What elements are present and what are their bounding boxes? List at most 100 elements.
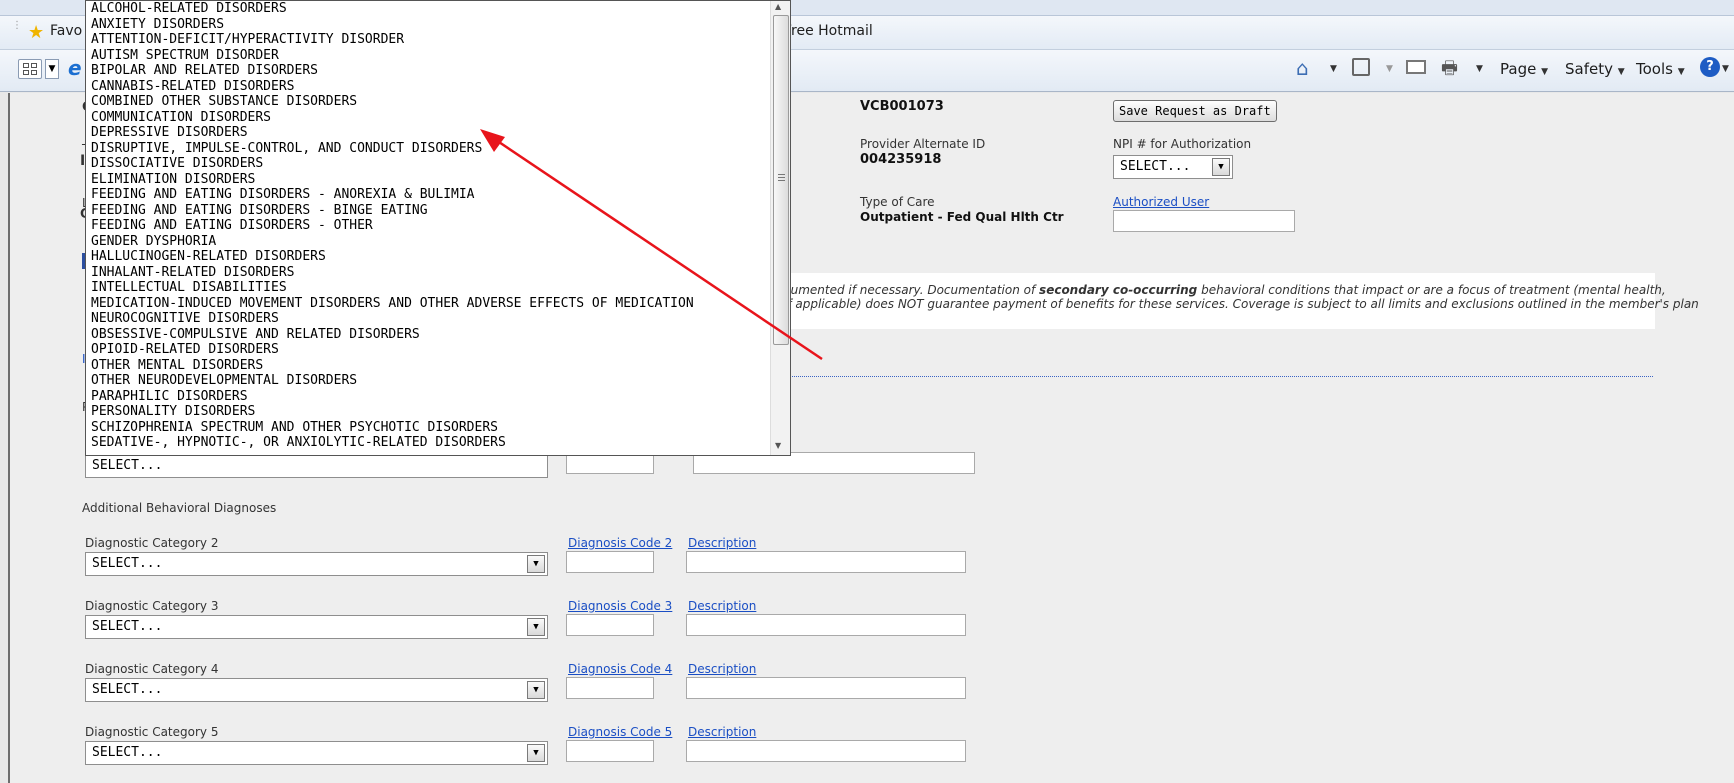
description-link[interactable]: Description <box>688 725 756 739</box>
diagnosis-code-input[interactable] <box>566 677 654 699</box>
feeds-icon[interactable] <box>1352 58 1370 76</box>
home-icon[interactable]: ⌂ <box>1296 56 1309 80</box>
npi-select[interactable]: SELECT... ▼ <box>1113 155 1233 179</box>
diagnosis-code-link[interactable]: Diagnosis Code 3 <box>568 599 672 613</box>
dropdown-option[interactable]: ALCOHOL-RELATED DISORDERS <box>86 1 771 17</box>
dropdown-option[interactable]: INTELLECTUAL DISABILITIES <box>86 280 771 296</box>
hotmail-link[interactable]: Free Hotmail <box>784 23 873 39</box>
dropdown-option[interactable]: PERSONALITY DISORDERS <box>86 404 771 420</box>
dropdown-scroll-thumb[interactable] <box>773 15 789 345</box>
grip-icon: ⋮ <box>12 20 22 31</box>
authorized-user-link[interactable]: Authorized User <box>1113 195 1209 209</box>
chevron-down-icon[interactable]: ▼ <box>527 681 545 699</box>
scroll-down-icon[interactable]: ▼ <box>775 441 781 450</box>
dropdown-option[interactable]: BIPOLAR AND RELATED DISORDERS <box>86 63 771 79</box>
dropdown-option[interactable]: FEEDING AND EATING DISORDERS - BINGE EAT… <box>86 203 771 219</box>
notice-line-2: if applicable) does NOT guarantee paymen… <box>784 297 1699 311</box>
tools-menu[interactable]: Tools ▼ <box>1636 60 1685 78</box>
diagnosis-code-input[interactable] <box>566 551 654 573</box>
chevron-down-icon[interactable]: ▼ <box>527 618 545 636</box>
home-chevron-down-icon[interactable]: ▼ <box>1330 64 1337 74</box>
dropdown-option[interactable]: COMMUNICATION DISORDERS <box>86 110 771 126</box>
dropdown-option[interactable]: OPIOID-RELATED DISORDERS <box>86 342 771 358</box>
diagnostic-category-value: SELECT... <box>92 556 163 571</box>
print-icon[interactable]: 🖶 <box>1441 56 1458 86</box>
help-chevron-down-icon[interactable]: ▼ <box>1722 64 1729 74</box>
type-of-care-label: Type of Care <box>860 195 935 209</box>
chevron-down-icon[interactable]: ▼ <box>527 555 545 573</box>
dropdown-option[interactable]: FEEDING AND EATING DISORDERS - OTHER <box>86 218 771 234</box>
dropdown-option[interactable]: HALLUCINOGEN-RELATED DISORDERS <box>86 249 771 265</box>
dropdown-option[interactable]: SCHIZOPHRENIA SPECTRUM AND OTHER PSYCHOT… <box>86 420 771 436</box>
dropdown-option[interactable]: DEPRESSIVE DISORDERS <box>86 125 771 141</box>
diagnostic-category-value: SELECT... <box>92 745 163 760</box>
diagnosis-code-link[interactable]: Diagnosis Code 2 <box>568 536 672 550</box>
chevron-down-icon[interactable]: ▼ <box>527 744 545 762</box>
dropdown-option[interactable]: DISSOCIATIVE DISORDERS <box>86 156 771 172</box>
diagnosis-code-link[interactable]: Diagnosis Code 4 <box>568 662 672 676</box>
diagnostic-category-select[interactable]: SELECT... ▼ <box>85 615 548 639</box>
section-divider <box>760 376 1653 377</box>
diagnostic-category-dropdown[interactable]: ALCOHOL-RELATED DISORDERS ANXIETY DISORDE… <box>85 0 791 456</box>
dropdown-option[interactable]: INHALANT-RELATED DISORDERS <box>86 265 771 281</box>
save-request-draft-button[interactable]: Save Request as Draft <box>1113 100 1277 122</box>
diagnostic-category-select[interactable]: SELECT... ▼ <box>85 552 548 576</box>
dropdown-option[interactable]: FEEDING AND EATING DISORDERS - ANOREXIA … <box>86 187 771 203</box>
dropdown-option[interactable]: CANNABIS-RELATED DISORDERS <box>86 79 771 95</box>
type-of-care-value: Outpatient - Fed Qual Hlth Ctr <box>860 210 1064 224</box>
favorites-label[interactable]: Favo <box>50 23 82 39</box>
description-link[interactable]: Description <box>688 536 756 550</box>
description-input[interactable] <box>686 614 966 636</box>
dropdown-option[interactable]: MEDICATION-INDUCED MOVEMENT DISORDERS AN… <box>86 296 771 312</box>
notice-line-1: cumented if necessary. Documentation of … <box>784 283 1666 297</box>
diagnostic-category-label: Diagnostic Category 4 <box>85 662 219 676</box>
description-link[interactable]: Description <box>688 599 756 613</box>
diagnostic-category-select[interactable]: SELECT... ▼ <box>85 741 548 765</box>
dropdown-option[interactable]: OTHER MENTAL DISORDERS <box>86 358 771 374</box>
page-menu[interactable]: Page ▼ <box>1500 60 1548 78</box>
primary-category-select[interactable]: SELECT... <box>85 454 548 478</box>
description-input[interactable] <box>686 740 966 762</box>
dropdown-options-list: ALCOHOL-RELATED DISORDERS ANXIETY DISORDE… <box>86 1 771 451</box>
dropdown-option[interactable]: DISRUPTIVE, IMPULSE-CONTROL, AND CONDUCT… <box>86 141 771 157</box>
dropdown-option[interactable]: ELIMINATION DISORDERS <box>86 172 771 188</box>
safety-menu[interactable]: Safety ▼ <box>1565 60 1625 78</box>
scroll-up-icon[interactable]: ▲ <box>775 2 781 11</box>
print-chevron-down-icon[interactable]: ▼ <box>1476 64 1483 74</box>
favorites-star-icon[interactable]: ★ <box>28 22 44 43</box>
description-link[interactable]: Description <box>688 662 756 676</box>
dropdown-option[interactable]: ANXIETY DISORDERS <box>86 17 771 33</box>
provider-alt-id-label: Provider Alternate ID <box>860 137 986 151</box>
feeds-chevron-down-icon[interactable]: ▼ <box>1386 64 1393 74</box>
description-input[interactable] <box>686 551 966 573</box>
quick-tabs-icon[interactable] <box>18 59 42 79</box>
diagnostic-category-label: Diagnostic Category 2 <box>85 536 219 550</box>
dropdown-option[interactable]: ATTENTION-DEFICIT/HYPERACTIVITY DISORDER <box>86 32 771 48</box>
dropdown-option[interactable]: AUTISM SPECTRUM DISORDER <box>86 48 771 64</box>
npi-label: NPI # for Authorization <box>1113 137 1252 151</box>
diagnostic-category-label: Diagnostic Category 5 <box>85 725 219 739</box>
dropdown-option[interactable]: OBSESSIVE-COMPULSIVE AND RELATED DISORDE… <box>86 327 771 343</box>
diagnosis-code-input[interactable] <box>566 740 654 762</box>
authorized-user-input[interactable] <box>1113 210 1295 232</box>
primary-category-value: SELECT... <box>92 458 163 473</box>
npi-chevron-down-icon[interactable]: ▼ <box>1212 158 1230 176</box>
help-icon[interactable]: ? <box>1700 57 1720 77</box>
dropdown-option[interactable]: GENDER DYSPHORIA <box>86 234 771 250</box>
diagnostic-category-select[interactable]: SELECT... ▼ <box>85 678 548 702</box>
diagnosis-code-link[interactable]: Diagnosis Code 5 <box>568 725 672 739</box>
dropdown-option[interactable]: NEUROCOGNITIVE DISORDERS <box>86 311 771 327</box>
diagnostic-category-value: SELECT... <box>92 682 163 697</box>
dropdown-option[interactable]: SEDATIVE-, HYPNOTIC-, OR ANXIOLYTIC-RELA… <box>86 435 771 451</box>
tab-list-chevron-down-icon[interactable]: ▼ <box>45 59 59 79</box>
read-mail-icon[interactable] <box>1406 60 1426 74</box>
dropdown-option[interactable]: PARAPHILIC DISORDERS <box>86 389 771 405</box>
diagnosis-code-input[interactable] <box>566 614 654 636</box>
dropdown-option[interactable]: COMBINED OTHER SUBSTANCE DISORDERS <box>86 94 771 110</box>
dropdown-option[interactable]: OTHER NEURODEVELOPMENTAL DISORDERS <box>86 373 771 389</box>
description-input[interactable] <box>686 677 966 699</box>
ie-logo-icon: e <box>68 56 82 80</box>
dropdown-scrollbar[interactable]: ▲ ▼ <box>770 1 790 455</box>
diagnostic-category-value: SELECT... <box>92 619 163 634</box>
provider-alt-id-value: 004235918 <box>860 152 942 167</box>
